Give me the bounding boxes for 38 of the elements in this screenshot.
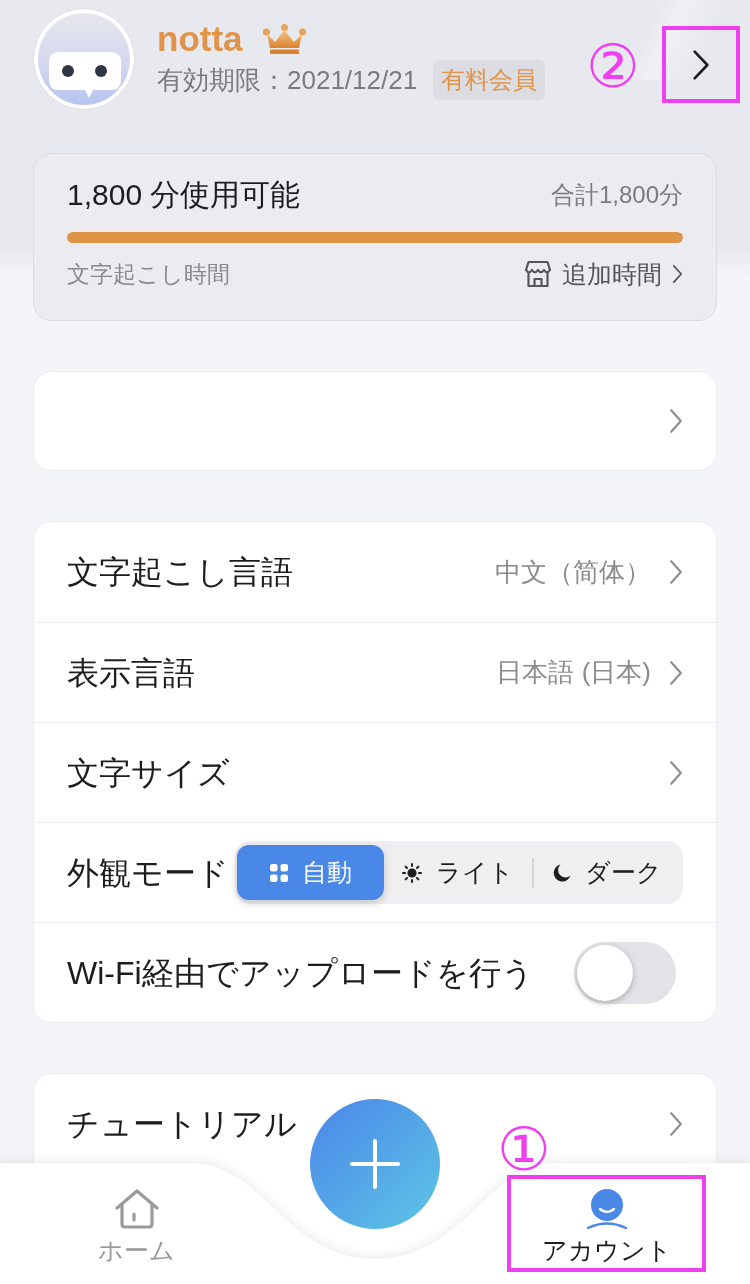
segment-option[interactable]: 自動 [237, 845, 385, 900]
minutes-total: 合計1,800分 [550, 180, 683, 210]
person-icon [584, 1189, 629, 1229]
shop-icon [524, 260, 552, 288]
chevron-icon [669, 659, 683, 686]
chevron-icon [669, 1111, 683, 1137]
usage-caption: 文字起こし時間 [67, 260, 230, 289]
add-time-link[interactable]: 追加時間 [524, 259, 683, 289]
segment-option[interactable]: ダーク [533, 845, 681, 900]
setting-label[interactable]: 文字サイズ [67, 748, 230, 797]
moon-icon [552, 863, 571, 882]
expiry-date: 有効期限：2021/12/21 [157, 64, 418, 97]
robot-avatar-icon [33, 8, 135, 110]
chevron-icon [669, 559, 683, 585]
annotation-number: ② [586, 36, 640, 98]
setting-label[interactable]: チュートリアル [67, 1100, 297, 1148]
membership-tag: 有料会員 [433, 60, 546, 100]
annotation-number: ① [497, 1119, 551, 1181]
setting-value: 中文（简体） [495, 555, 651, 589]
crown-icon [262, 24, 306, 54]
setting-value: 日本語 (日本) [496, 656, 651, 689]
tab-button[interactable]: アカウント [515, 1182, 698, 1265]
chevron-icon [669, 408, 683, 434]
segment-option[interactable]: ライト [384, 845, 532, 900]
setting-label[interactable]: 文字起こし言語 [67, 548, 293, 596]
user-name: notta [157, 18, 243, 60]
chevron-icon [672, 264, 683, 284]
sun-icon [402, 862, 422, 883]
minutes-available: 1,800 分使用可能 [67, 177, 301, 213]
setting-label: Wi-Fi経由でアップロードを行う [67, 953, 534, 993]
house-icon [114, 1189, 159, 1229]
chevron-icon [669, 759, 683, 786]
plus-icon [350, 1139, 400, 1189]
chevron-icon [692, 48, 710, 81]
toggle-switch[interactable] [574, 941, 676, 1004]
setting-label[interactable]: 表示言語 [67, 648, 195, 697]
setting-label: 外観モード [67, 853, 229, 893]
grid-icon [269, 863, 288, 882]
